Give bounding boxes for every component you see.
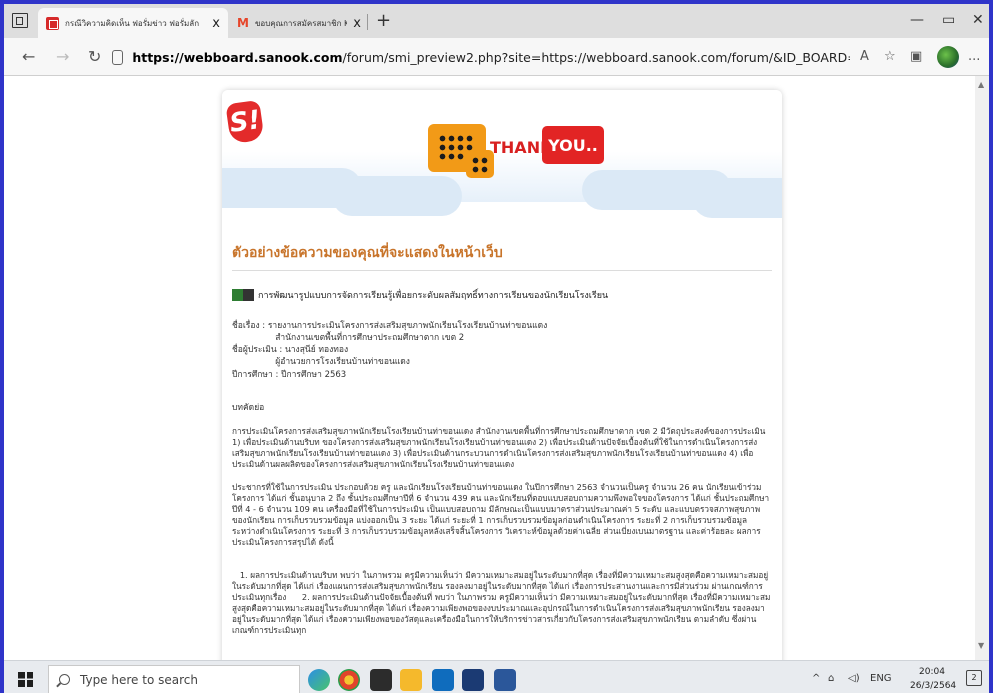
chrome-icon[interactable] [338,669,360,691]
tab-close-icon[interactable]: x [353,16,361,31]
page-scrollbar[interactable]: ▲ ▼ [975,76,989,660]
window-icon[interactable] [12,13,28,28]
favorites-icon[interactable]: ☆ [884,49,896,64]
tab-close-icon[interactable]: x [212,16,220,31]
close-window-button[interactable]: ✕ [972,12,984,28]
page-content: S! THANK YOU.. ตัวอย่างข้อความของคุณที่จ… [4,76,989,690]
search-placeholder: Type here to search [80,672,198,687]
word-icon[interactable] [494,669,516,691]
mail-icon[interactable] [432,669,454,691]
scroll-down-icon[interactable]: ▼ [978,641,984,650]
taskbar-search-input[interactable]: Type here to search [48,665,300,693]
more-icon[interactable]: ... [968,49,980,64]
clock-time: 20:04 [919,667,945,677]
sanook-favicon-icon [46,16,59,30]
collections-icon[interactable]: ▣ [910,49,922,64]
topic-new-icon [232,289,254,301]
scroll-up-icon[interactable]: ▲ [978,80,984,89]
abstract-paragraph: ประชากรที่ใช้ในการประเมิน ประกอบด้วย ครู… [232,482,770,547]
preview-card: S! THANK YOU.. ตัวอย่างข้อความของคุณที่จ… [222,90,782,690]
restore-button[interactable]: ▭ [942,12,955,28]
file-explorer-icon[interactable] [400,669,422,691]
abstract-title: บทคัดย่อ [232,403,265,413]
tray-chevron-icon[interactable]: ^ [812,673,820,684]
address-bar-row: ← → ↻ https://webboard.sanook.com/forum/… [4,38,989,76]
tab-title: ขอบคุณการสมัครสมาชิก KRUWAND [254,18,347,28]
photoshop-icon[interactable] [462,669,484,691]
abstract-paragraph: การประเมินโครงการส่งเสริมสุขภาพนักเรียนโ… [232,426,766,469]
sanook-logo: S! [225,99,265,145]
gmail-favicon-icon: M [237,16,249,30]
abstract-paragraph: 1. ผลการประเมินด้านบริบท พบว่า ในภาพรวม … [232,570,771,635]
read-aloud-icon[interactable]: A [860,49,869,64]
you-bubble: YOU.. [542,126,604,164]
tab-kruwand[interactable]: M ขอบคุณการสมัครสมาชิก KRUWAND x [229,8,369,38]
tab-title: กรณีวิความคิดเห็น ฟอรั่มข่าว ฟอรั่มลัก [65,18,200,28]
edge-icon[interactable] [308,669,330,691]
tab-bar: กรณีวิความคิดเห็น ฟอรั่มข่าว ฟอรั่มลัก x… [4,4,989,38]
windows-start-icon[interactable] [18,672,33,687]
tray-lang[interactable]: ENG [870,673,892,684]
thank-you-banner: S! THANK YOU.. [222,90,782,218]
taskbar-clock[interactable]: 20:04 26/3/2564 [910,665,957,693]
meta-line: ปีการศึกษา : ปีการศึกษา 2563 [232,370,347,380]
url-field[interactable]: https://webboard.sanook.com/forum/smi_pr… [112,44,850,70]
browser-window: กรณีวิความคิดเห็น ฟอรั่มข่าว ฟอรั่มลัก x… [0,0,993,693]
notification-icon[interactable]: 2 [966,670,982,686]
divider [232,270,772,271]
clock-date: 26/3/2564 [910,681,957,691]
back-icon[interactable]: ← [22,47,35,66]
tab-separator [367,14,368,30]
refresh-icon[interactable]: ↻ [88,47,101,66]
new-tab-button[interactable]: + [376,10,391,31]
profile-avatar[interactable] [937,46,959,68]
tab-webboard[interactable]: กรณีวิความคิดเห็น ฟอรั่มข่าว ฟอรั่มลัก x [38,8,228,38]
lock-icon[interactable] [112,49,124,65]
preview-heading: ตัวอย่างข้อความของคุณที่จะแสดงในหน้าเว็บ [232,245,503,261]
topic-title: การพัฒนารูปแบบการจัดการเรียนรู้เพื่อยกระ… [232,288,608,302]
taskbar: Type here to search ^ ⌂ ◁) ENG 20:04 26/… [4,660,989,693]
forward-icon[interactable]: → [56,47,69,66]
minimize-button[interactable]: — [910,12,924,28]
search-icon [59,674,70,685]
meta-line: ผู้อำนวยการโรงเรียนบ้านท่าขอนแดง [232,357,410,367]
tray-volume-icon[interactable]: ◁) [848,673,860,684]
url-text: https://webboard.sanook.com/forum/smi_pr… [132,49,850,65]
store-icon[interactable] [370,669,392,691]
tray-network-icon[interactable]: ⌂ [828,673,834,684]
